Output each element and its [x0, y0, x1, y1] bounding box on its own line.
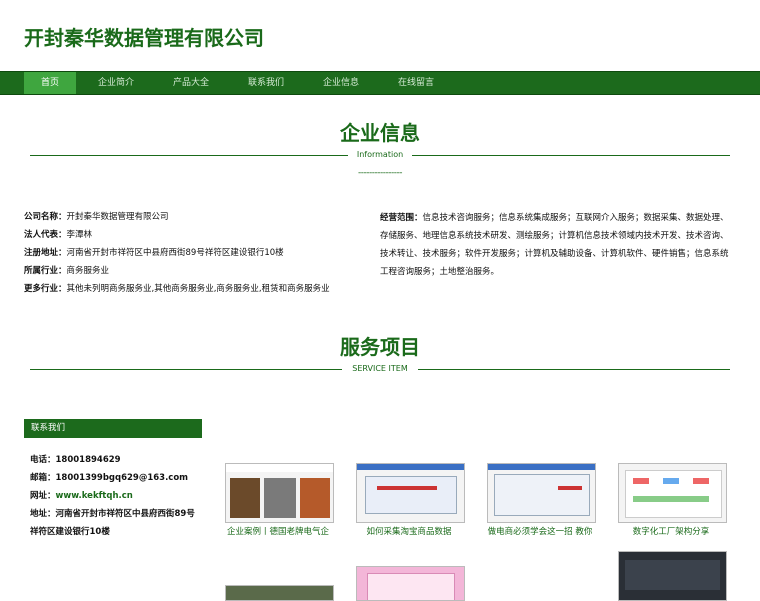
- contact-address: 地址：河南省开封市祥符区中县府西街89号: [30, 509, 195, 519]
- thumb-card: [367, 573, 455, 600]
- thumb-photo: [300, 478, 330, 518]
- case-thumbnail-5[interactable]: [225, 585, 334, 601]
- thumb-highlight: [558, 486, 582, 490]
- contact-phone: 电话：18001894629: [30, 455, 121, 465]
- site-title: 开封秦华数据管理有限公司: [24, 26, 264, 50]
- info-company-name: 公司名称：开封秦华数据管理有限公司: [24, 210, 169, 222]
- nav-contact[interactable]: 联系我们: [240, 72, 292, 94]
- thumb-diagram-node: [663, 478, 679, 484]
- thumb-diagram-node: [633, 478, 649, 484]
- thumb-highlight: [377, 486, 437, 490]
- thumb-titlebar: [488, 464, 595, 470]
- case-caption-4[interactable]: 数字化工厂架构分享: [601, 525, 741, 537]
- case-thumbnail-3[interactable]: [487, 463, 596, 523]
- contact-heading: 联系我们: [24, 419, 202, 438]
- info-label: 注册地址：: [24, 248, 67, 258]
- case-caption-1[interactable]: 企业案例丨德国老牌电气企: [208, 525, 348, 537]
- case-caption-3[interactable]: 做电商必须学会这一招 教你: [470, 525, 610, 537]
- nav-message[interactable]: 在线留言: [390, 72, 442, 94]
- contact-email: 邮箱：18001399bgq629@163.com: [30, 473, 189, 483]
- business-scope: 经营范围：信息技术咨询服务；信息系统集成服务；互联网介入服务；数据采集、数据处理…: [380, 209, 732, 281]
- nav-products[interactable]: 产品大全: [165, 72, 217, 94]
- info-address: 注册地址：河南省开封市祥符区中县府西街89号祥符区建设银行10楼: [24, 246, 284, 258]
- thumb-photo: [625, 560, 720, 590]
- thumb-diagram-node: [633, 496, 709, 502]
- thumb-dialog: [365, 476, 457, 514]
- info-label: 更多行业：: [24, 284, 67, 294]
- thumb-photo: [230, 478, 260, 518]
- info-industry: 所属行业：商务服务业: [24, 264, 109, 276]
- thumb-photo: [226, 586, 333, 600]
- divider-right: [412, 155, 730, 156]
- case-thumbnail-1[interactable]: [225, 463, 334, 523]
- info-value: 其他未列明商务服务业,其他商务服务业,商务服务业,租赁和商务服务业: [66, 284, 330, 294]
- case-thumbnail-6[interactable]: [356, 566, 465, 601]
- dash-divider: ----------------: [358, 168, 402, 178]
- thumb-diagram-node: [693, 478, 709, 484]
- info-more-industry: 更多行业：其他未列明商务服务业,其他商务服务业,商务服务业,租赁和商务服务业: [24, 282, 330, 294]
- main-nav: 首页 企业简介 产品大全 联系我们 企业信息 在线留言: [0, 71, 760, 95]
- scope-value: 信息技术咨询服务；信息系统集成服务；互联网介入服务；数据采集、数据处理、存储服务…: [380, 213, 729, 277]
- case-thumbnail-2[interactable]: [356, 463, 465, 523]
- info-value: 河南省开封市祥符区中县府西街89号祥符区建设银行10楼: [66, 248, 284, 258]
- info-value: 商务服务业: [66, 266, 110, 276]
- service-section-title: 服务项目: [340, 335, 420, 359]
- contact-address-2: 祥符区建设银行10楼: [30, 527, 110, 537]
- info-legal-rep: 法人代表：李潭林: [24, 228, 92, 240]
- info-label: 所属行业：: [24, 266, 67, 276]
- case-caption-2[interactable]: 如何采集淘宝商品数据: [339, 525, 479, 537]
- scope-label: 经营范围：: [380, 213, 423, 223]
- case-thumbnail-7[interactable]: [618, 551, 727, 601]
- info-value: 李潭林: [66, 230, 93, 240]
- nav-about[interactable]: 企业简介: [90, 72, 142, 94]
- info-label: 法人代表：: [24, 230, 67, 240]
- nav-home[interactable]: 首页: [24, 72, 76, 94]
- thumb-dialog: [494, 474, 590, 516]
- divider-right: [418, 369, 730, 370]
- company-section-title: 企业信息: [340, 121, 420, 145]
- case-thumbnail-4[interactable]: [618, 463, 727, 523]
- info-label: 公司名称：: [24, 212, 67, 222]
- website-link[interactable]: www.kekftqh.cn: [56, 491, 133, 501]
- contact-website: 网址：www.kekftqh.cn: [30, 491, 133, 501]
- thumb-titlebar: [357, 464, 464, 470]
- nav-company-info[interactable]: 企业信息: [315, 72, 367, 94]
- thumb-photo: [264, 478, 296, 518]
- info-value: 开封秦华数据管理有限公司: [66, 212, 169, 222]
- thumb-header: [226, 464, 333, 472]
